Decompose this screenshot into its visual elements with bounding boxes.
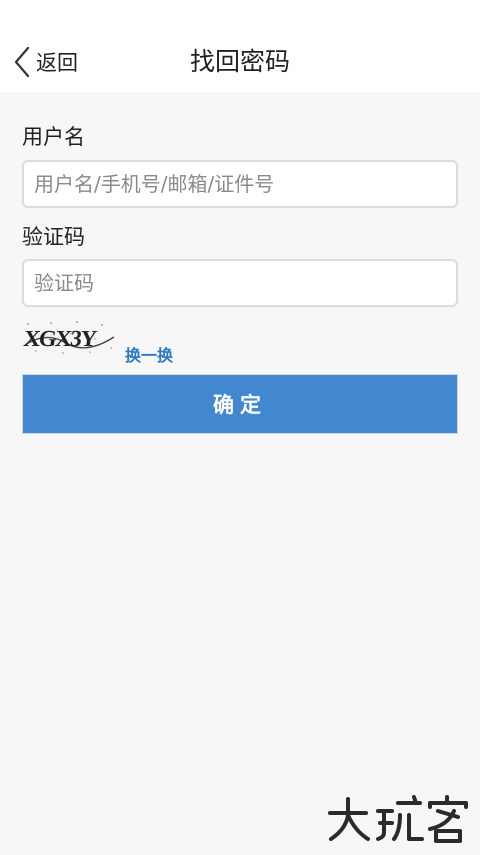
verification-code-input[interactable]	[22, 259, 458, 307]
username-label: 用户名	[22, 125, 85, 149]
watermark-logo	[326, 793, 472, 849]
page-title: 找回密码	[189, 47, 290, 76]
header-bar: 返回 找回密码	[0, 0, 480, 92]
username-input[interactable]	[22, 160, 458, 208]
verification-code-label: 验证码	[22, 225, 85, 249]
refresh-captcha-link[interactable]: 换一换	[125, 342, 173, 366]
captcha-text: XGX3Y	[23, 325, 99, 351]
captcha-image[interactable]: XGX3Y	[22, 318, 116, 358]
confirm-button[interactable]: 确定	[22, 374, 458, 434]
